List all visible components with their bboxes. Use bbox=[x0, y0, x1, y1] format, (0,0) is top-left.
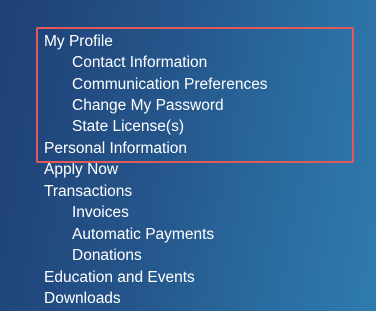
nav-item-communication-preferences[interactable]: Communication Preferences bbox=[72, 75, 268, 95]
nav-item-state-licenses[interactable]: State License(s) bbox=[72, 117, 184, 137]
nav-item-contact-information[interactable]: Contact Information bbox=[72, 53, 207, 73]
nav-item-automatic-payments[interactable]: Automatic Payments bbox=[72, 225, 214, 245]
nav-item-apply-now[interactable]: Apply Now bbox=[44, 160, 118, 180]
nav-item-change-my-password[interactable]: Change My Password bbox=[72, 96, 224, 116]
nav-item-downloads[interactable]: Downloads bbox=[44, 289, 121, 309]
nav-item-invoices[interactable]: Invoices bbox=[72, 203, 129, 223]
nav-item-donations[interactable]: Donations bbox=[72, 246, 142, 266]
nav-item-education-and-events[interactable]: Education and Events bbox=[44, 268, 195, 288]
nav-item-transactions[interactable]: Transactions bbox=[44, 182, 132, 202]
nav-item-personal-information[interactable]: Personal Information bbox=[44, 139, 187, 159]
navigation-panel: My Profile Contact Information Communica… bbox=[0, 0, 376, 311]
nav-item-my-profile[interactable]: My Profile bbox=[44, 32, 113, 52]
